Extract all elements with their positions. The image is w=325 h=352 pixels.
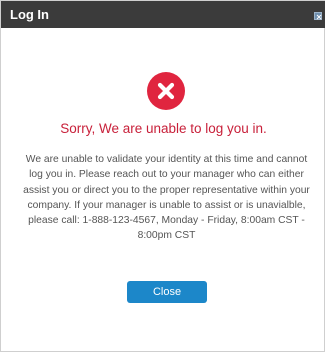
error-message: We are unable to validate your identity … [23, 154, 310, 242]
dialog-titlebar: Log In [1, 1, 325, 28]
error-heading: Sorry, We are unable to log you in. [60, 121, 267, 136]
dialog-title: Log In [10, 7, 49, 22]
login-dialog: Log In Sorry, We are unable to log you i… [0, 0, 325, 352]
close-icon[interactable] [314, 12, 322, 20]
close-button[interactable]: Close [127, 281, 207, 303]
error-x-icon [147, 72, 185, 110]
